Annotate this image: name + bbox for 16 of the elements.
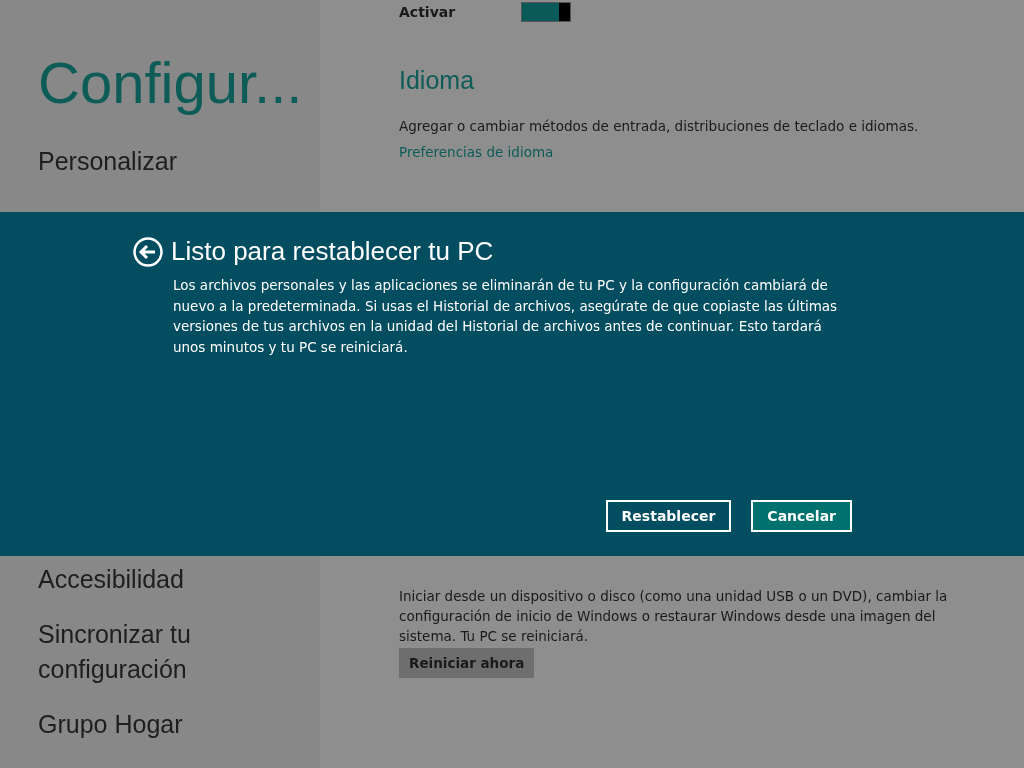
sidebar-item[interactable]: Accesibilidad [38,562,278,597]
toggle-switch[interactable] [521,2,571,22]
language-preferences-link[interactable]: Preferencias de idioma [399,142,554,162]
sidebar-item[interactable]: Personalizar [38,144,278,179]
dialog-button[interactable]: Restablecer [605,500,732,532]
dialog-title: Listo para restablecer tu PC [171,236,494,267]
sidebar-item[interactable]: Sincronizar tu configuración [38,617,278,687]
toggle-label: Activar [399,4,457,20]
sidebar-item[interactable]: Grupo Hogar [38,707,278,742]
section-description: Agregar o cambiar métodos de entrada, distribuciones de teclado e idiomas. [399,117,919,136]
dialog-button[interactable]: Cancelar [751,500,852,532]
section-description: Iniciar desde un dispositivo o disco (como una unidad USB o un DVD), cambiar la configuración de inicio de Windows o restaurar Windows desde una imagen del sistema. Tu PC se reiniciará. [399,587,949,646]
restart-now-button[interactable]: Reiniciar ahora [399,648,535,678]
page-title: Configur... [38,49,304,117]
section-heading: Idioma [399,65,475,96]
dialog-message: Los archivos personales y las aplicaciones se eliminarán de tu PC y la configuración cambiará de nuevo a la predeterminada. Si usas el Historial de archivos, asegúrate de que copiaste las últimas versiones de tus archivos en la unidad del Historial de archivos antes de continuar. Esto tardará unos minutos y tu PC se reiniciará. [173,276,839,357]
